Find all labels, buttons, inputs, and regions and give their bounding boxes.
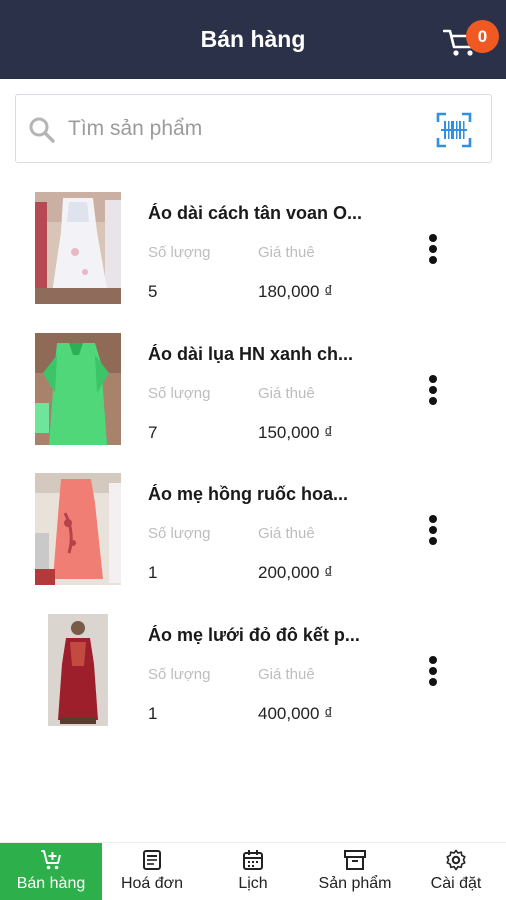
quantity-value: 1 [148,563,158,582]
product-name: Áo mẹ hồng ruốc hoa... [148,484,349,504]
tab-label: Hoá đơn [120,875,184,892]
receipt-icon [143,850,161,870]
more-options-button[interactable] [420,654,446,688]
tab-label: Lịch [238,875,268,892]
search-icon [29,117,55,143]
product-image [48,613,108,726]
rental-price-value: 400,000 ₫ [258,703,333,723]
product-item[interactable]: Áo mẹ hồng ruốc hoa... Số lượng Giá thuê… [0,451,506,592]
gear-icon [446,849,466,871]
product-image [35,192,121,304]
cart-plus-icon [41,850,61,870]
quantity-label: Số lượng [148,384,211,402]
search-bar [15,94,492,163]
product-item[interactable]: Áo dài lụa HN xanh ch... Số lượng Giá th… [0,311,506,452]
tab-san-pham[interactable]: Sản phẩm [304,843,406,900]
tab-hoa-don[interactable]: Hoá đơn [102,843,202,900]
rental-price-label: Giá thuê [258,384,315,402]
product-item[interactable]: Áo dài cách tân voan O... Số lượng Giá t… [0,170,506,311]
quantity-label: Số lượng [148,525,211,542]
page-title: Bán hàng [200,26,306,52]
barcode-scan-icon [436,112,472,148]
product-item[interactable]: Áo mẹ lưới đỏ đô kết p... Số lượng Giá t… [0,592,506,733]
quantity-label: Số lượng [148,665,211,683]
quantity-value: 7 [148,422,158,442]
product-image [35,473,121,585]
more-options-button[interactable] [420,232,446,266]
tab-label: Sản phẩm [318,875,392,892]
rental-price-value: 200,000 ₫ [258,563,333,582]
rental-price-label: Giá thuê [258,525,315,542]
cart-button[interactable]: 0 [443,20,499,62]
product-list: Áo dài cách tân voan O... Số lượng Giá t… [0,170,506,732]
rental-price-label: Giá thuê [258,244,315,261]
more-options-button[interactable] [420,373,446,407]
archive-box-icon [344,850,366,870]
rental-price-label: Giá thuê [258,665,315,683]
tab-label: Cài đặt [430,875,482,892]
rental-price-value: 150,000 ₫ [258,422,333,442]
calendar-icon [243,850,263,870]
tab-cai-dat[interactable]: Cài đặt [406,843,506,900]
rental-price-value: 180,000 ₫ [258,282,333,301]
barcode-scan-button[interactable] [436,112,472,148]
tab-label: Bán hàng [16,875,86,892]
bottom-navigation: Bán hàng Hoá đơn Lịch Sản phẩm Cài đặt [0,842,506,900]
cart-count-badge: 0 [466,20,499,53]
tab-lich[interactable]: Lịch [202,843,304,900]
app-header: Bán hàng 0 [0,0,506,79]
quantity-value: 1 [148,703,158,723]
search-input[interactable] [68,114,408,144]
product-name: Áo dài cách tân voan O... [148,203,363,223]
product-name: Áo dài lụa HN xanh ch... [148,343,354,364]
product-name: Áo mẹ lưới đỏ đô kết p... [148,624,360,645]
quantity-value: 5 [148,282,158,301]
more-options-button[interactable] [420,513,446,547]
product-image [35,332,121,445]
tab-ban-hang[interactable]: Bán hàng [0,843,102,900]
quantity-label: Số lượng [148,244,211,261]
